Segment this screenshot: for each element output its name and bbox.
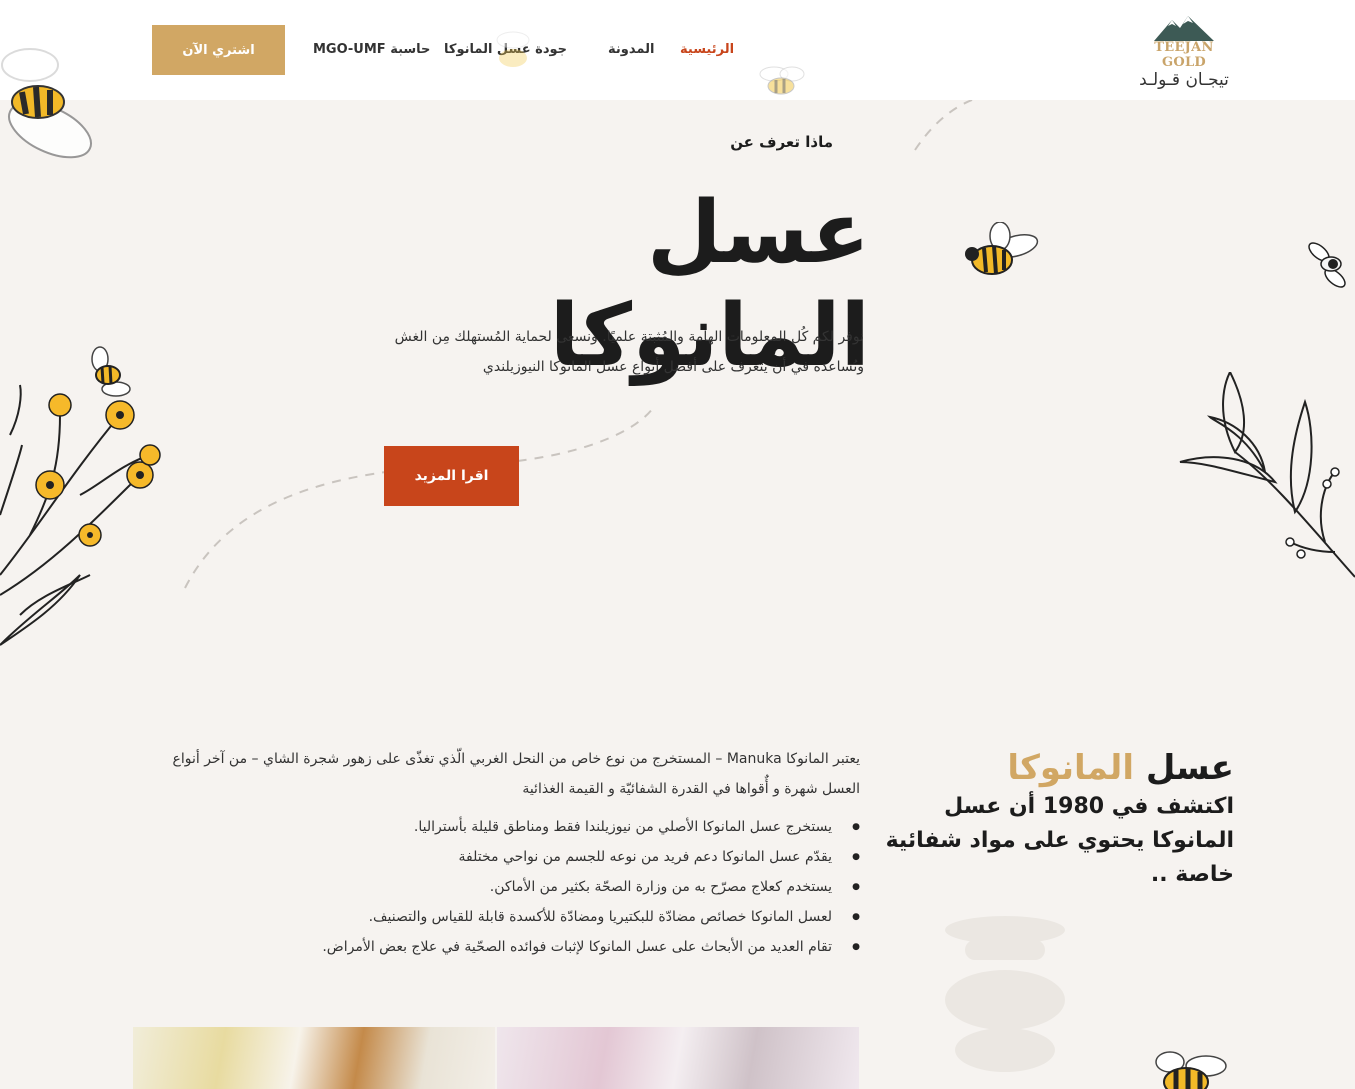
section-title: عسل المانوكا [880, 748, 1234, 788]
flower-illustration [0, 384, 161, 646]
list-item: يستخرج عسل المانوكا الأصلي من نيوزيلندا … [136, 812, 860, 842]
list-item: يقدّم عسل المانوكا دعم فريد من نوعه للجس… [136, 842, 860, 872]
blossom-photo [497, 1027, 859, 1089]
leaf-illustration [1179, 372, 1355, 578]
brand-name-en: TEEJAN GOLD [1154, 40, 1214, 70]
list-item: يستخدم كعلاج مصرّح به من وزارة الصحّة بك… [136, 872, 860, 902]
nav-mgo-umf-calculator[interactable]: حاسبة MGO-UMF [313, 42, 430, 57]
bee-icon [759, 66, 805, 95]
section-title-part2: المانوكا [1007, 748, 1134, 788]
brand-name-ar: تيجـان قـولـد [1139, 70, 1229, 90]
honey-photo [133, 1027, 495, 1089]
honey-pot-watermark [945, 916, 1065, 1072]
buy-now-button[interactable]: اشتري الآن [152, 25, 285, 75]
section-subtitle: اكتشف في 1980 أن عسل المانوكا يحتوي على … [885, 794, 1234, 887]
list-item: تقام العديد من الأبحاث على عسل المانوكا … [136, 932, 860, 962]
brand-logo[interactable]: TEEJAN GOLD تيجـان قـولـد [1132, 14, 1236, 90]
bee-icon [1308, 242, 1346, 288]
benefits-list: يستخرج عسل المانوكا الأصلي من نيوزيلندا … [136, 812, 860, 962]
nav-blog[interactable]: المدونة [608, 42, 654, 57]
mountain-icon [1154, 16, 1214, 41]
intro-paragraph: يعتبر المانوكا Manuka – المستخرج من نوع … [172, 751, 861, 797]
bee-icon [965, 222, 1039, 275]
bee-icon [1155, 1051, 1227, 1089]
section-title-part1: عسل [1145, 748, 1234, 788]
bee-icon [1, 48, 92, 159]
read-more-button[interactable]: اقرا المزيد [384, 446, 519, 506]
nav-home[interactable]: الرئيسية [680, 42, 734, 57]
hero-description: نوفر لكم كُل المعلومات الهامة والمُثبتة … [394, 329, 864, 375]
hero-pretitle: ماذا تعرف عن [730, 133, 833, 151]
site-header: TEEJAN GOLD تيجـان قـولـد الرئيسية المدو… [0, 0, 1355, 100]
list-item: لعسل المانوكا خصائص مضادّة للبكتيريا ومض… [136, 902, 860, 932]
bee-icon [496, 31, 530, 67]
